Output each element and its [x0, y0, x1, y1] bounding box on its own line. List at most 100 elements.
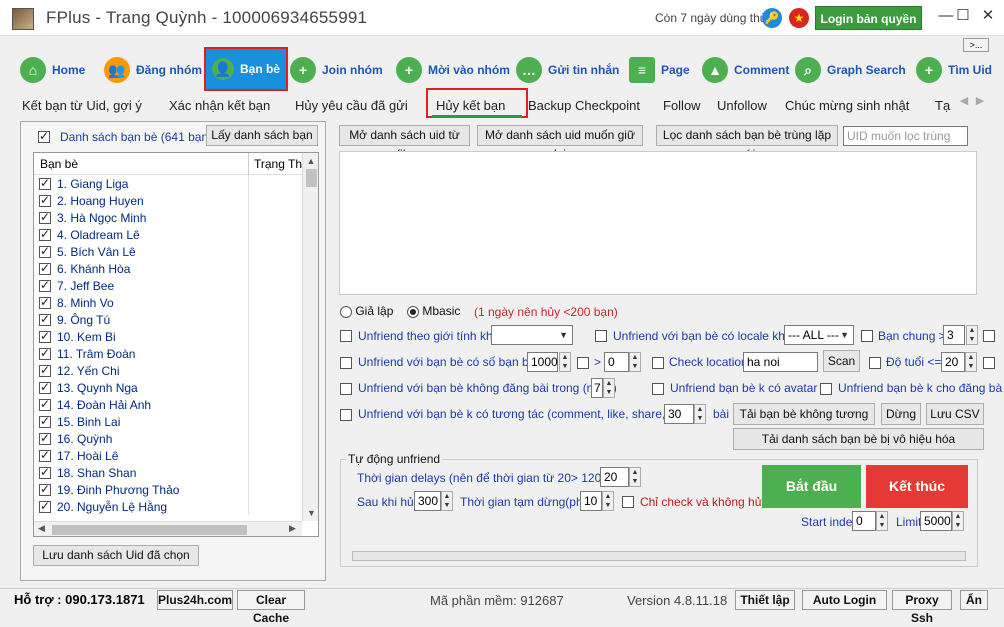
gender-dropdown[interactable]: ▼	[491, 325, 573, 345]
list-item[interactable]: 18. Shan Shan	[34, 464, 318, 481]
age-input[interactable]: 20	[941, 352, 965, 372]
list-item[interactable]: 9. Ông Tú	[34, 311, 318, 328]
nopost-checkbox[interactable]	[340, 381, 352, 395]
list-item[interactable]: 14. Đoàn Hải Anh	[34, 396, 318, 413]
gt-checkbox[interactable]	[577, 355, 589, 369]
gt-input[interactable]: 0	[604, 352, 629, 372]
save-csv-button[interactable]: Lưu CSV	[926, 403, 984, 425]
friend-checkbox[interactable]	[39, 176, 51, 190]
tab-ket-ban-uid[interactable]: Kết bạn từ Uid, gợi ý	[22, 95, 142, 117]
location-checkbox[interactable]	[652, 355, 664, 369]
plus24h-button[interactable]: Plus24h.com	[157, 590, 233, 610]
gt-stepper[interactable]: ▲ ▼	[629, 352, 641, 372]
list-item[interactable]: 2. Hoang Huyen	[34, 192, 318, 209]
gender-checkbox[interactable]	[340, 328, 352, 342]
mode-mbasic-radio[interactable]: Mbasic	[407, 304, 460, 318]
nointeract-stepper[interactable]: ▲ ▼	[694, 404, 706, 424]
toolbar-dang-nhom[interactable]: 👥 Đăng nhóm	[104, 54, 202, 86]
friend-checkbox[interactable]	[39, 465, 51, 479]
tab-truncated[interactable]: Tạ	[935, 95, 950, 117]
locale-chk[interactable]	[595, 329, 607, 342]
auto-login-button[interactable]: Auto Login	[802, 590, 887, 610]
nointeract-checkbox[interactable]	[340, 407, 352, 421]
tab-xac-nhan[interactable]: Xác nhận kết bạn	[169, 95, 270, 117]
get-friend-list-button[interactable]: Lấy danh sách bạn	[206, 125, 318, 146]
scan-button[interactable]: Scan	[823, 350, 860, 372]
open-keep-list-button[interactable]: Mở danh sách uid muốn giữ lại	[477, 125, 643, 161]
after-input[interactable]: 300	[414, 491, 441, 511]
noavatar-chk[interactable]	[652, 382, 664, 395]
count-stepper[interactable]: ▲ ▼	[559, 352, 571, 372]
delay-stepper[interactable]: ▲ ▼	[629, 467, 641, 487]
friend-checkbox[interactable]	[39, 431, 51, 445]
friend-checkbox[interactable]	[39, 278, 51, 292]
friend-checkbox[interactable]	[39, 312, 51, 326]
count-checkbox[interactable]	[340, 355, 352, 369]
load-disabled-button[interactable]: Tải danh sách bạn bè bị vô hiệu hóa	[733, 428, 984, 450]
open-uid-file-button[interactable]: Mở danh sách uid từ file	[339, 125, 470, 161]
col-friend-header[interactable]: Bạn bè	[40, 157, 78, 171]
friend-checkbox[interactable]	[39, 363, 51, 377]
tab-unfollow[interactable]: Unfollow	[717, 95, 767, 117]
load-nointeract-button[interactable]: Tải bạn bè không tương tác	[733, 403, 875, 441]
check-only-chk[interactable]	[622, 495, 634, 508]
scroll-up-icon[interactable]: ▲	[303, 153, 318, 169]
friend-checkbox[interactable]	[39, 414, 51, 428]
location-chk[interactable]	[652, 356, 664, 369]
toolbar-join-nhom[interactable]: + Join nhóm	[290, 54, 383, 86]
stop-button[interactable]: Dừng	[881, 403, 921, 425]
scroll-left-icon[interactable]: ◀	[38, 523, 45, 534]
tab-backup-checkpoint[interactable]: Backup Checkpoint	[528, 95, 640, 117]
noavatar-checkbox[interactable]	[652, 381, 664, 395]
mode-gialap-radio[interactable]: Giả lập	[340, 304, 393, 318]
toolbar-moi-vao-nhom[interactable]: + Mời vào nhóm	[396, 54, 510, 86]
check-only-checkbox[interactable]	[622, 494, 634, 508]
gt-chk[interactable]	[577, 356, 589, 369]
limit-stepper[interactable]: ▲ ▼	[952, 511, 964, 531]
mutual-stepper[interactable]: ▲ ▼	[966, 325, 978, 345]
more-button[interactable]: >...	[963, 38, 989, 52]
friend-checkbox[interactable]	[39, 227, 51, 241]
friend-checkbox[interactable]	[39, 397, 51, 411]
radio-mbasic[interactable]	[407, 305, 419, 318]
list-item[interactable]: 12. Yến Chi	[34, 362, 318, 379]
age-extra-checkbox[interactable]	[983, 355, 995, 369]
list-item[interactable]: 4. Oladream Lê	[34, 226, 318, 243]
list-item[interactable]: 15. Binh Lai	[34, 413, 318, 430]
list-item[interactable]: 5. Bích Vân Lê	[34, 243, 318, 260]
start-button[interactable]: Bắt đầu	[762, 465, 861, 508]
tab-follow[interactable]: Follow	[663, 95, 701, 117]
list-item[interactable]: 7. Jeff Bee	[34, 277, 318, 294]
limit-input[interactable]: 5000	[920, 511, 952, 531]
friend-checkbox[interactable]	[39, 482, 51, 496]
select-all-friends[interactable]	[38, 129, 50, 143]
noallow-chk[interactable]	[820, 382, 832, 395]
age-chk[interactable]	[869, 356, 881, 369]
uid-textarea[interactable]	[339, 151, 977, 295]
filter-duplicate-button[interactable]: Lọc danh sách bạn bè trùng lặp với	[656, 125, 838, 161]
select-all-checkbox[interactable]	[38, 129, 50, 143]
after-stepper[interactable]: ▲ ▼	[441, 491, 453, 511]
friend-checkbox[interactable]	[39, 295, 51, 309]
vietnam-flag-icon[interactable]: ★	[789, 8, 809, 28]
locale-checkbox[interactable]	[595, 328, 607, 342]
delay-input[interactable]: 20	[600, 467, 629, 487]
tab-chuc-mung[interactable]: Chúc mừng sinh nhật	[785, 95, 909, 117]
scroll-down-icon[interactable]: ▼	[303, 505, 318, 521]
list-item[interactable]: 19. Đinh Phương Thảo	[34, 481, 318, 498]
list-item[interactable]: 16. Quỳnh	[34, 430, 318, 447]
friend-checkbox[interactable]	[39, 193, 51, 207]
list-item[interactable]: 6. Khánh Hòa	[34, 260, 318, 277]
nopost-chk[interactable]	[340, 382, 352, 395]
key-icon[interactable]: 🔑	[762, 8, 782, 28]
friend-checkbox[interactable]	[39, 346, 51, 360]
age-extra-chk[interactable]	[983, 356, 995, 369]
proxy-ssh-button[interactable]: Proxy Ssh	[892, 590, 952, 625]
tab-scroll-right-icon[interactable]: ▶	[974, 95, 986, 107]
toolbar-home[interactable]: ⌂ Home	[20, 54, 85, 86]
clear-cache-button[interactable]: Clear Cache	[237, 590, 305, 625]
list-item[interactable]: 8. Minh Vo	[34, 294, 318, 311]
maximize-icon[interactable]: ☐	[949, 4, 977, 28]
mutual-extra-checkbox[interactable]	[983, 328, 995, 342]
friend-checkbox[interactable]	[39, 329, 51, 343]
